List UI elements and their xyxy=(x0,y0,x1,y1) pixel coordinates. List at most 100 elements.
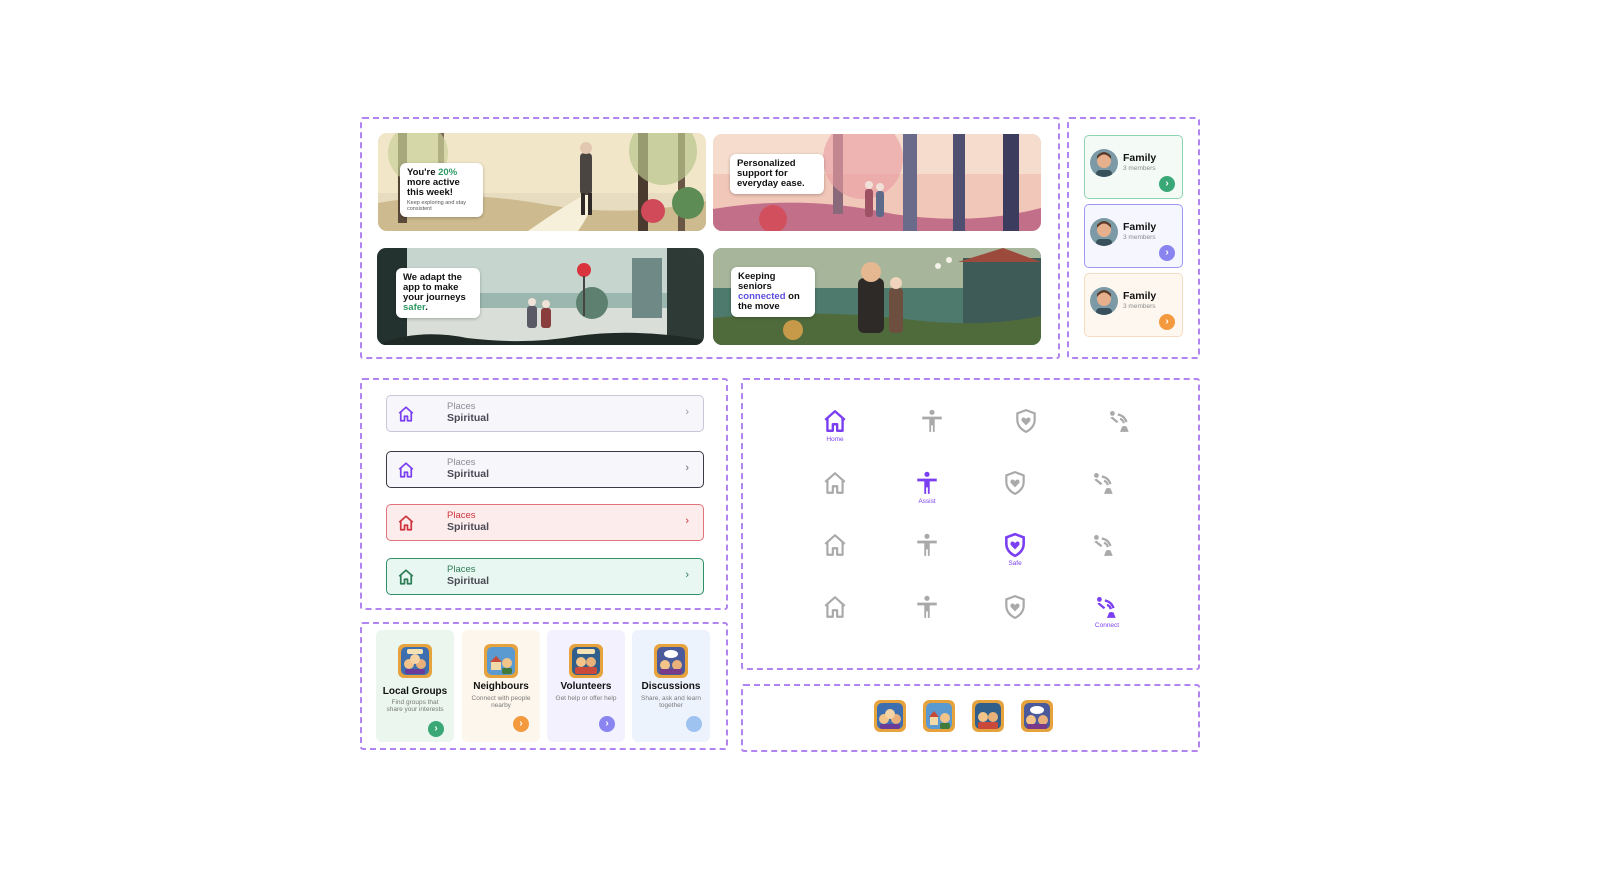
support-text: Personalized support for everyday ease. xyxy=(737,158,805,189)
home-icon xyxy=(398,406,414,422)
home-icon xyxy=(824,472,846,494)
nav-connect-active[interactable]: Connect xyxy=(1077,594,1137,644)
place-label: Places xyxy=(447,401,476,412)
category-title: Neighbours xyxy=(473,681,529,692)
chevron-right-icon[interactable]: › xyxy=(428,721,444,737)
avatar xyxy=(1090,149,1118,177)
category-card-discussions[interactable]: Discussions Share, ask and learn togethe… xyxy=(632,630,710,742)
chevron-right-icon[interactable]: › xyxy=(1159,314,1175,330)
connected-bubble: Keeping seniors connected on the move xyxy=(731,267,815,317)
connect-icon xyxy=(1097,597,1116,618)
safety-post: . xyxy=(425,301,428,313)
home-icon xyxy=(824,596,846,618)
accessibility-icon xyxy=(917,533,937,556)
nav-safe[interactable] xyxy=(985,594,1045,644)
chevron-right-icon[interactable]: › xyxy=(599,716,615,732)
activity-bubble: You're 20% more active this week! Keep e… xyxy=(400,163,483,217)
nav-safe-active[interactable]: Safe xyxy=(985,532,1045,582)
neighbours-app-icon[interactable] xyxy=(923,700,955,732)
nav-home[interactable] xyxy=(805,594,865,644)
category-desc: Find groups that share your interests xyxy=(386,699,444,713)
shield-heart-icon xyxy=(1005,595,1025,620)
volunteers-icon xyxy=(569,644,603,678)
chevron-right-icon[interactable]: › xyxy=(1159,245,1175,261)
category-desc: Get help or offer help xyxy=(555,695,617,702)
nav-connect[interactable] xyxy=(1090,408,1150,458)
category-title: Discussions xyxy=(641,681,701,692)
family-members: 3 members xyxy=(1123,234,1156,241)
chevron-right-icon: › xyxy=(685,515,689,527)
chevron-right-icon[interactable]: › xyxy=(513,716,529,732)
category-title: Local Groups xyxy=(382,686,448,697)
local-groups-icon xyxy=(398,644,432,678)
home-icon xyxy=(824,410,846,432)
activity-post: more active this week! xyxy=(407,176,460,198)
nav-label-connect: Connect xyxy=(1094,622,1120,629)
family-card-3[interactable]: Family 3 members › xyxy=(1084,273,1183,337)
nav-label-safe: Safe xyxy=(1008,560,1022,567)
nav-assist[interactable] xyxy=(897,594,957,644)
nav-connect[interactable] xyxy=(1074,532,1134,582)
banner-support[interactable]: Personalized support for everyday ease. xyxy=(713,134,1041,231)
family-name: Family xyxy=(1123,152,1157,164)
category-card-neighbours[interactable]: Neighbours Connect with people nearby › xyxy=(462,630,540,742)
connect-icon xyxy=(1094,535,1113,556)
category-card-volunteers[interactable]: Volunteers Get help or offer help › xyxy=(547,630,625,742)
family-name: Family xyxy=(1123,221,1157,233)
chevron-right-icon: › xyxy=(685,462,689,474)
connect-icon xyxy=(1110,411,1129,432)
disabled-action-dot[interactable] xyxy=(686,716,702,732)
safety-highlight: safer xyxy=(403,301,426,313)
place-row-focused[interactable]: Places Spiritual › xyxy=(386,451,704,488)
local-groups-app-icon[interactable] xyxy=(874,700,906,732)
category-desc: Share, ask and learn together xyxy=(641,695,701,709)
family-card-2[interactable]: Family 3 members › xyxy=(1084,204,1183,268)
discussions-app-icon[interactable] xyxy=(1021,700,1053,732)
category-card-local-groups[interactable]: Local Groups Find groups that share your… xyxy=(376,630,454,742)
volunteers-app-icon[interactable] xyxy=(972,700,1004,732)
nav-home[interactable] xyxy=(805,532,865,582)
family-members: 3 members xyxy=(1123,303,1156,310)
safety-bubble: We adapt the app to make your journeys s… xyxy=(396,268,480,318)
accessibility-icon xyxy=(917,595,937,618)
category-title: Volunteers xyxy=(560,681,612,692)
nav-safe[interactable] xyxy=(996,408,1056,458)
shield-heart-icon xyxy=(1016,409,1036,434)
safety-pre: We adapt the app to make your journeys xyxy=(403,272,466,303)
connect-icon xyxy=(1094,473,1113,494)
category-desc: Connect with people nearby xyxy=(471,695,531,709)
discussions-icon xyxy=(654,644,688,678)
place-label: Places xyxy=(447,510,476,521)
nav-home-active[interactable]: Home xyxy=(805,408,865,458)
family-card-1[interactable]: Family 3 members › xyxy=(1084,135,1183,199)
home-icon xyxy=(398,515,414,531)
connected-pre: Keeping seniors xyxy=(738,271,776,292)
app-icons-frame xyxy=(741,684,1200,752)
place-row-default[interactable]: Places Spiritual › xyxy=(386,395,704,432)
family-members: 3 members xyxy=(1123,165,1156,172)
nav-connect[interactable] xyxy=(1074,470,1134,520)
avatar xyxy=(1090,287,1118,315)
chevron-right-icon: › xyxy=(685,406,689,418)
banner-connected[interactable]: Keeping seniors connected on the move xyxy=(713,248,1041,345)
place-row-error[interactable]: Places Spiritual › xyxy=(386,504,704,541)
neighbours-icon xyxy=(484,644,518,678)
banner-safety[interactable]: We adapt the app to make your journeys s… xyxy=(377,248,704,345)
nav-assist[interactable] xyxy=(902,408,962,458)
chevron-right-icon[interactable]: › xyxy=(1159,176,1175,192)
place-row-success[interactable]: Places Spiritual › xyxy=(386,558,704,595)
home-icon xyxy=(398,462,414,478)
banner-activity[interactable]: You're 20% more active this week! Keep e… xyxy=(378,133,706,231)
home-icon xyxy=(398,569,414,585)
accessibility-icon xyxy=(917,471,937,494)
accessibility-icon xyxy=(922,409,942,432)
place-value: Spiritual xyxy=(447,412,490,424)
shield-heart-icon xyxy=(1005,532,1025,558)
shield-heart-icon xyxy=(1005,471,1025,496)
nav-safe[interactable] xyxy=(985,470,1045,520)
place-value: Spiritual xyxy=(447,521,490,533)
avatar xyxy=(1090,218,1118,246)
nav-home[interactable] xyxy=(805,470,865,520)
nav-assist-active[interactable]: Assist xyxy=(897,470,957,520)
nav-assist[interactable] xyxy=(897,532,957,582)
